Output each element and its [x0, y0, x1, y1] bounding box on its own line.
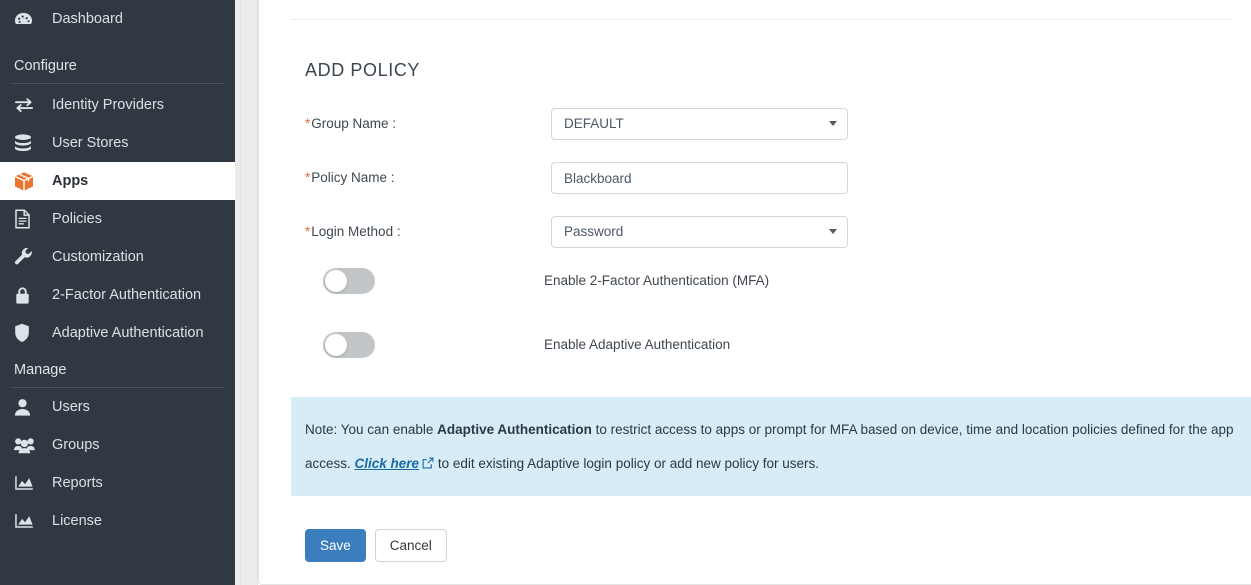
required-marker: *	[305, 170, 310, 185]
sidebar-item-policies[interactable]: Policies	[0, 200, 235, 238]
sidebar-item-apps[interactable]: Apps	[0, 162, 235, 200]
sidebar-item-label: Identity Providers	[52, 98, 164, 113]
chart-icon	[14, 473, 40, 493]
save-button[interactable]: Save	[305, 529, 366, 562]
enable-adaptive-toggle[interactable]	[323, 332, 375, 358]
user-icon	[14, 397, 40, 417]
form-row-policy-name: *Policy Name :	[259, 162, 1251, 194]
toggle-knob	[325, 334, 347, 356]
toggle-knob	[325, 270, 347, 292]
sidebar-item-label: Dashboard	[52, 12, 123, 27]
sidebar-item-label: Users	[52, 400, 90, 415]
shield-icon	[14, 323, 40, 343]
sidebar-item-label: 2-Factor Authentication	[52, 288, 201, 303]
group-icon	[14, 435, 40, 455]
login-method-label: *Login Method :	[305, 216, 401, 248]
policy-name-input[interactable]	[551, 162, 848, 194]
form-row-login-method: *Login Method : Password	[259, 216, 1251, 248]
document-icon	[14, 209, 40, 229]
sidebar-item-dashboard[interactable]: Dashboard	[0, 0, 235, 38]
group-name-select[interactable]: DEFAULT	[551, 108, 848, 140]
page-title: ADD POLICY	[305, 60, 420, 81]
lock-icon	[14, 285, 40, 305]
enable-mfa-label: Enable 2-Factor Authentication (MFA)	[544, 268, 769, 294]
note-prefix: Note: You can enable	[305, 422, 437, 437]
sidebar-item-reports[interactable]: Reports	[0, 464, 235, 502]
sidebar-item-label: Customization	[52, 250, 144, 265]
required-marker: *	[305, 116, 310, 131]
database-icon	[14, 133, 40, 153]
sidebar-item-user-stores[interactable]: User Stores	[0, 124, 235, 162]
sidebar-item-label: Adaptive Authentication	[52, 326, 204, 341]
login-method-select[interactable]: Password	[551, 216, 848, 248]
sidebar-item-adaptive-authentication[interactable]: Adaptive Authentication	[0, 314, 235, 352]
cancel-button[interactable]: Cancel	[375, 529, 447, 562]
sidebar-section-configure: Configure	[0, 48, 235, 84]
group-name-label: *Group Name :	[305, 108, 396, 140]
sidebar-item-label: Groups	[52, 438, 100, 453]
label-text: Group Name :	[311, 116, 396, 131]
external-link-icon	[422, 448, 434, 482]
sidebar-item-label: Policies	[52, 212, 102, 227]
toggle-row-adaptive: Enable Adaptive Authentication	[259, 332, 1251, 358]
sidebar-item-identity-providers[interactable]: Identity Providers	[0, 86, 235, 124]
sidebar-item-2-factor-authentication[interactable]: 2-Factor Authentication	[0, 276, 235, 314]
note-suffix: to edit existing Adaptive login policy o…	[434, 456, 819, 471]
sidebar-section-divider	[11, 83, 224, 84]
sidebar-section-label: Configure	[14, 58, 77, 74]
content-top-divider	[291, 19, 1231, 20]
required-marker: *	[305, 224, 310, 239]
form-row-group-name: *Group Name : DEFAULT	[259, 108, 1251, 140]
note-bold-term: Adaptive Authentication	[437, 422, 592, 437]
sidebar-item-label: Reports	[52, 476, 103, 491]
sidebar-item-label: License	[52, 514, 102, 529]
dashboard-icon	[14, 9, 40, 29]
sidebar-section-label: Manage	[14, 362, 66, 378]
sidebar-item-label: User Stores	[52, 136, 129, 151]
content-card: ADD POLICY *Group Name : DEFAULT *Policy…	[258, 0, 1251, 585]
note-banner: Note: You can enable Adaptive Authentica…	[291, 397, 1251, 496]
sidebar-item-customization[interactable]: Customization	[0, 238, 235, 276]
sidebar-item-groups[interactable]: Groups	[0, 426, 235, 464]
sidebar-gutter	[235, 0, 258, 585]
sidebar-item-license[interactable]: License	[0, 502, 235, 540]
policy-name-label: *Policy Name :	[305, 162, 395, 194]
box-icon	[14, 171, 40, 191]
enable-mfa-toggle[interactable]	[323, 268, 375, 294]
exchange-arrows-icon	[14, 95, 40, 115]
sidebar: Dashboard Configure Identity Providers	[0, 0, 235, 585]
wrench-icon	[14, 247, 40, 267]
click-here-link[interactable]: Click here	[355, 456, 420, 471]
chart-icon	[14, 511, 40, 531]
form-actions: Save Cancel	[305, 529, 447, 562]
sidebar-item-users[interactable]: Users	[0, 388, 235, 426]
sidebar-section-manage: Manage	[0, 352, 235, 388]
sidebar-item-label: Apps	[52, 174, 88, 189]
toggle-row-mfa: Enable 2-Factor Authentication (MFA)	[259, 268, 1251, 294]
label-text: Policy Name :	[311, 170, 394, 185]
label-text: Login Method :	[311, 224, 400, 239]
app-root: Dashboard Configure Identity Providers	[0, 0, 1251, 585]
enable-adaptive-label: Enable Adaptive Authentication	[544, 332, 730, 358]
